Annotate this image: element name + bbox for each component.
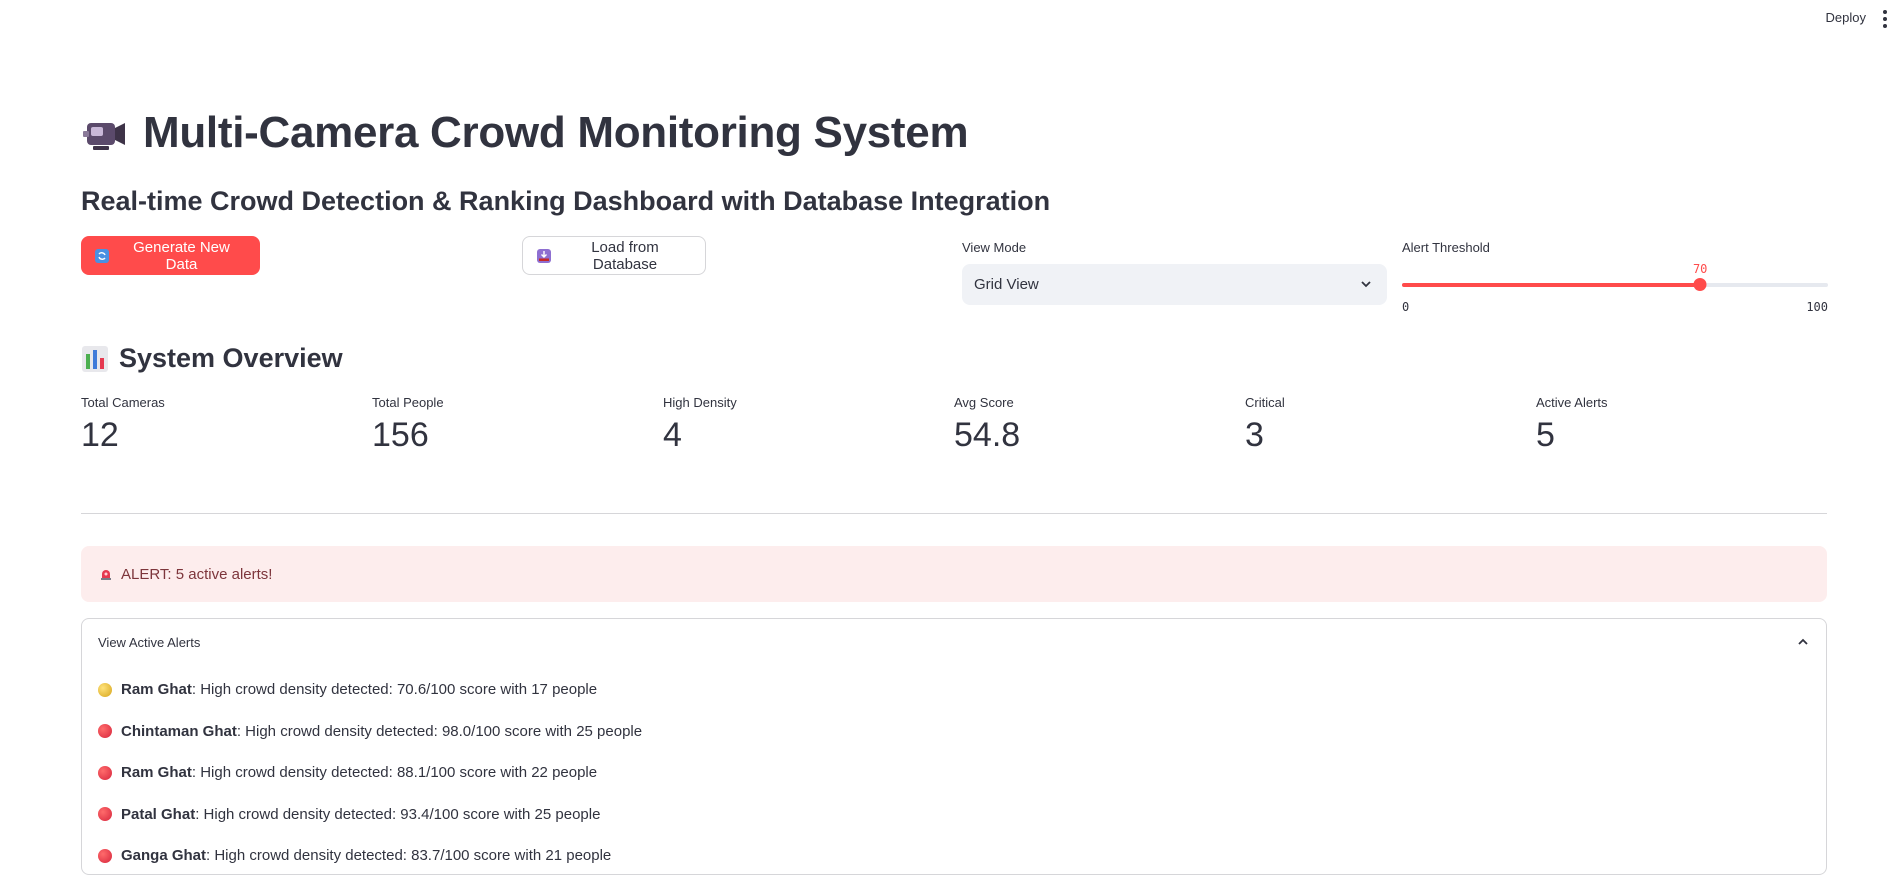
list-item: Chintaman Ghat : High crowd density dete…	[98, 711, 642, 753]
title-row: Multi-Camera Crowd Monitoring System	[81, 108, 969, 158]
alert-location: Ram Ghat	[121, 764, 192, 782]
expander-header[interactable]: View Active Alerts	[98, 635, 200, 650]
main-menu-icon[interactable]	[1878, 10, 1892, 28]
view-mode-select[interactable]: Grid View	[962, 264, 1387, 305]
alert-banner: ALERT: 5 active alerts!	[81, 546, 1827, 602]
load-button-label: Load from Database	[591, 238, 659, 273]
metric-total-cameras: Total Cameras 12	[81, 395, 372, 455]
metric-high-density: High Density 4	[663, 395, 954, 455]
red-circle-icon	[98, 724, 112, 739]
inbox-icon	[537, 248, 551, 263]
alert-location: Ram Ghat	[121, 681, 192, 699]
metric-label: Active Alerts	[1536, 395, 1608, 410]
app-page: Deploy Multi-Camera Crowd Monitoring Sys…	[0, 0, 1904, 885]
active-alerts-expander: View Active Alerts Ram Ghat : High crowd…	[81, 618, 1827, 875]
metric-value: 156	[372, 416, 429, 454]
metric-value: 5	[1536, 416, 1555, 454]
slider-thumb[interactable]	[1693, 278, 1707, 291]
alert-text: : High crowd density detected: 93.4/100 …	[195, 805, 601, 823]
red-circle-icon	[98, 765, 112, 780]
slider-max: 100	[1806, 300, 1828, 314]
metric-value: 54.8	[954, 416, 1021, 454]
list-item: Ganga Ghat : High crowd density detected…	[98, 835, 642, 877]
metric-label: Avg Score	[954, 395, 1014, 410]
alert-threshold-label: Alert Threshold	[1402, 240, 1490, 255]
alert-location: Chintaman Ghat	[121, 722, 237, 740]
yellow-circle-icon	[98, 682, 112, 697]
view-mode-value: Grid View	[974, 276, 1039, 293]
red-circle-icon	[98, 848, 112, 863]
section-divider	[81, 513, 1827, 514]
video-camera-icon	[81, 111, 129, 155]
list-item: Ram Ghat : High crowd density detected: …	[98, 752, 642, 794]
alert-text: : High crowd density detected: 88.1/100 …	[191, 764, 598, 782]
slider-min: 0	[1402, 300, 1410, 314]
metric-critical: Critical 3	[1245, 395, 1536, 455]
bar-chart-icon	[81, 345, 109, 373]
metric-value: 4	[663, 416, 682, 454]
slider-fill	[1402, 283, 1701, 287]
alert-text: : High crowd density detected: 98.0/100 …	[236, 722, 643, 740]
slider-value: 70	[1692, 262, 1708, 276]
metric-label: Total People	[372, 395, 444, 410]
red-circle-icon	[98, 807, 112, 822]
alert-text: : High crowd density detected: 83.7/100 …	[206, 847, 612, 865]
generate-button-label: Generate New Data	[133, 238, 230, 273]
list-item: Ram Ghat : High crowd density detected: …	[98, 669, 642, 711]
load-from-database-button[interactable]: Load from Database	[522, 236, 706, 275]
metric-value: 12	[81, 416, 119, 454]
alert-location: Ganga Ghat	[121, 847, 207, 865]
list-item: Patal Ghat : High crowd density detected…	[98, 794, 642, 836]
slider-track[interactable]	[1402, 283, 1828, 287]
generate-new-data-button[interactable]: Generate New Data	[81, 236, 260, 275]
top-toolbar: Deploy	[0, 0, 1904, 38]
metric-value: 3	[1245, 416, 1264, 454]
alert-location: Patal Ghat	[121, 805, 196, 823]
overview-header: System Overview	[81, 343, 343, 374]
alert-threshold-slider[interactable]: 70 0 100	[1402, 262, 1828, 322]
metric-total-people: Total People 156	[372, 395, 663, 455]
alert-text: : High crowd density detected: 70.6/100 …	[191, 681, 598, 699]
overview-title: System Overview	[119, 343, 343, 373]
metric-avg-score: Avg Score 54.8	[954, 395, 1245, 455]
chevron-up-icon[interactable]	[1796, 635, 1810, 649]
page-subtitle: Real-time Crowd Detection & Ranking Dash…	[81, 186, 1051, 216]
chevron-down-icon	[1359, 277, 1373, 291]
metric-active-alerts: Active Alerts 5	[1536, 395, 1827, 455]
siren-icon	[99, 567, 113, 581]
page-title: Multi-Camera Crowd Monitoring System	[143, 108, 969, 157]
alert-banner-text: ALERT: 5 active alerts!	[121, 565, 273, 583]
metrics-row: Total Cameras 12 Total People 156 High D…	[81, 395, 1827, 455]
view-mode-label: View Mode	[962, 240, 1027, 255]
deploy-button[interactable]: Deploy	[1826, 10, 1866, 25]
metric-label: Total Cameras	[81, 395, 165, 410]
metric-label: Critical	[1245, 395, 1285, 410]
metric-label: High Density	[663, 395, 737, 410]
refresh-icon	[95, 248, 109, 263]
alert-list: Ram Ghat : High crowd density detected: …	[98, 669, 642, 877]
